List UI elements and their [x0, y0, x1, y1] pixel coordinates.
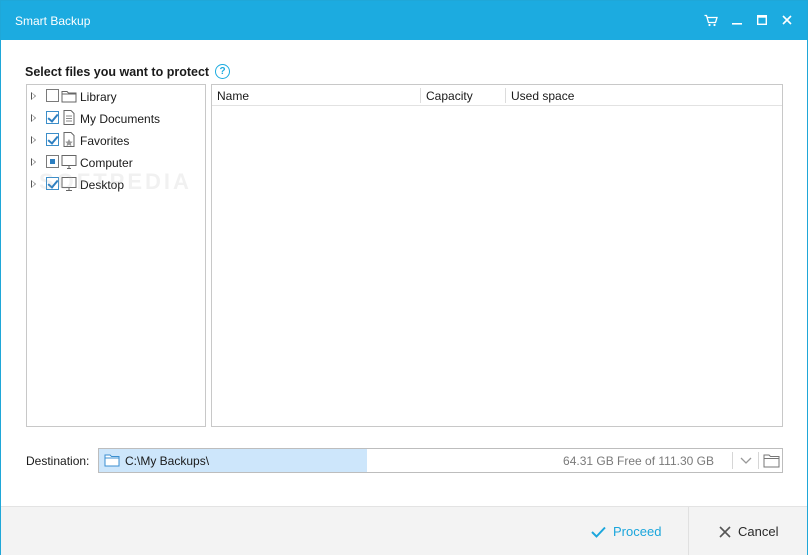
- computer-icon: [61, 155, 77, 169]
- tree-item-favorites[interactable]: Favorites: [27, 130, 205, 150]
- softpedia-watermark: SOFTPEDIA: [39, 169, 192, 194]
- free-space-text: 64.31 GB Free of 111.30 GB: [563, 454, 714, 468]
- footer-bar: Proceed Cancel: [1, 506, 807, 555]
- proceed-button[interactable]: Proceed: [591, 507, 687, 555]
- browse-folder-icon[interactable]: [763, 453, 780, 468]
- tree-item-library[interactable]: Library: [27, 86, 205, 106]
- expand-arrow-icon[interactable]: [31, 180, 36, 188]
- checkmark-icon: [591, 526, 606, 538]
- document-icon: [63, 110, 75, 125]
- cart-icon[interactable]: [698, 7, 724, 33]
- heading-text: Select files you want to protect: [25, 64, 210, 79]
- column-divider[interactable]: [505, 88, 506, 103]
- column-divider[interactable]: [420, 88, 421, 103]
- tree-item-my-documents[interactable]: My Documents: [27, 108, 205, 128]
- tree-item-label: My Documents: [80, 112, 161, 126]
- file-list: Name Capacity Used space: [211, 84, 783, 427]
- tree-item-label: Library: [80, 90, 117, 104]
- folder-tree: Library My Documents Favorites Computer: [26, 84, 206, 427]
- close-icon: [719, 525, 731, 538]
- title-bar: Smart Backup: [1, 1, 807, 40]
- proceed-label: Proceed: [613, 524, 662, 539]
- expand-arrow-icon[interactable]: [31, 114, 36, 122]
- divider: [732, 452, 733, 469]
- help-icon[interactable]: ?: [215, 64, 231, 79]
- destination-selector[interactable]: C:\My Backups\ 64.31 GB Free of 111.30 G…: [98, 448, 783, 473]
- expand-arrow-icon[interactable]: [31, 158, 36, 166]
- close-icon[interactable]: [774, 7, 800, 33]
- column-header-capacity[interactable]: Capacity: [426, 89, 473, 103]
- folder-icon: [104, 454, 120, 467]
- my-documents-checkbox[interactable]: [46, 111, 59, 124]
- favorites-icon: [63, 132, 75, 147]
- column-header-name[interactable]: Name: [217, 89, 249, 103]
- cancel-label: Cancel: [738, 524, 779, 539]
- expand-arrow-icon[interactable]: [31, 136, 36, 144]
- folder-icon: [61, 91, 77, 103]
- minimize-icon[interactable]: [724, 7, 750, 33]
- chevron-down-icon[interactable]: [739, 453, 753, 467]
- expand-arrow-icon[interactable]: [31, 92, 36, 100]
- favorites-checkbox[interactable]: [46, 133, 59, 146]
- section-heading: Select files you want to protect ?: [25, 64, 231, 79]
- library-checkbox[interactable]: [46, 89, 59, 102]
- tree-item-label: Favorites: [80, 134, 130, 148]
- cancel-button[interactable]: Cancel: [688, 507, 807, 555]
- destination-path[interactable]: C:\My Backups\: [125, 454, 209, 468]
- list-header: Name Capacity Used space: [212, 85, 782, 106]
- maximize-icon[interactable]: [749, 7, 775, 33]
- smart-backup-window: Smart Backup Select files you want to pr…: [0, 0, 808, 555]
- window-title: Smart Backup: [15, 14, 91, 28]
- computer-checkbox[interactable]: [46, 155, 59, 168]
- tree-item-label: Computer: [80, 156, 133, 170]
- divider: [758, 452, 759, 469]
- destination-label: Destination:: [26, 454, 90, 468]
- column-header-used-space[interactable]: Used space: [511, 89, 574, 103]
